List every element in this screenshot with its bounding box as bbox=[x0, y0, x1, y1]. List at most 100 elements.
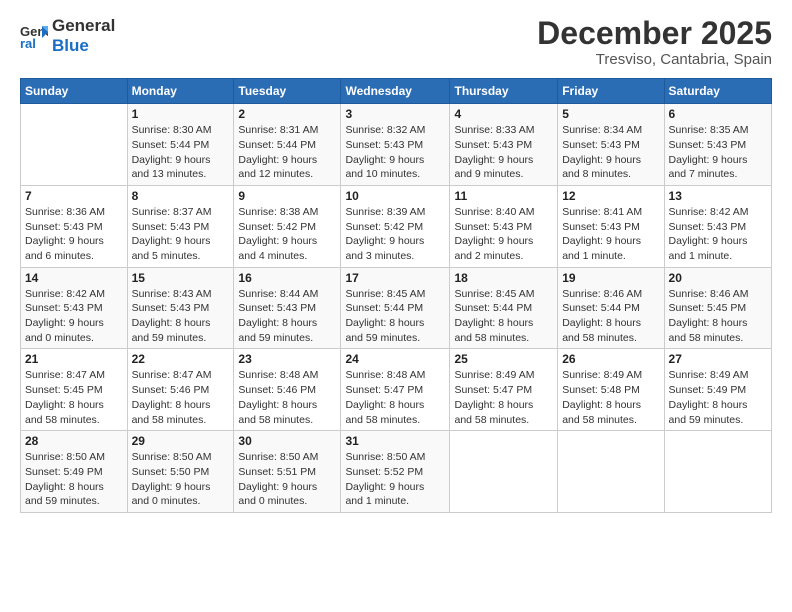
calendar-header-tuesday: Tuesday bbox=[234, 79, 341, 104]
calendar-cell: 22 Sunrise: 8:47 AMSunset: 5:46 PMDayligh… bbox=[127, 349, 234, 431]
day-number: 4 bbox=[454, 107, 553, 121]
calendar-cell: 19Sunrise: 8:46 AMSunset: 5:44 PMDayligh… bbox=[558, 267, 664, 349]
day-info: Sunrise: 8:30 AMSunset: 5:44 PMDaylight:… bbox=[132, 123, 230, 182]
calendar-cell: 5Sunrise: 8:34 AMSunset: 5:43 PMDaylight… bbox=[558, 104, 664, 186]
calendar-cell: 7 Sunrise: 8:36 AMSunset: 5:43 PMDaylight… bbox=[21, 185, 128, 267]
day-info: Sunrise: 8:37 AMSunset: 5:43 PMDaylight:… bbox=[132, 205, 230, 264]
day-info: Sunrise: 8:50 AMSunset: 5:51 PMDaylight:… bbox=[238, 450, 336, 509]
day-number: 31 bbox=[345, 434, 445, 448]
day-number: 3 bbox=[345, 107, 445, 121]
calendar-cell: 3Sunrise: 8:32 AMSunset: 5:43 PMDaylight… bbox=[341, 104, 450, 186]
calendar-cell: 1 Sunrise: 8:30 AMSunset: 5:44 PMDaylight… bbox=[127, 104, 234, 186]
header-row: Gene ral General Blue December 2025 Tres… bbox=[20, 16, 772, 68]
day-info: Sunrise: 8:50 AMSunset: 5:50 PMDaylight:… bbox=[132, 450, 230, 509]
svg-text:ral: ral bbox=[20, 36, 36, 50]
day-info: Sunrise: 8:35 AMSunset: 5:43 PMDaylight:… bbox=[669, 123, 767, 182]
day-number: 24 bbox=[345, 352, 445, 366]
day-number: 14 bbox=[25, 271, 123, 285]
day-number: 12 bbox=[562, 189, 659, 203]
calendar-cell: 15 Sunrise: 8:43 AMSunset: 5:43 PMDayligh… bbox=[127, 267, 234, 349]
calendar-cell: 21Sunrise: 8:47 AMSunset: 5:45 PMDayligh… bbox=[21, 349, 128, 431]
logo-icon: Gene ral bbox=[20, 22, 48, 50]
day-info: Sunrise: 8:40 AMSunset: 5:43 PMDaylight:… bbox=[454, 205, 553, 264]
day-info: Sunrise: 8:41 AMSunset: 5:43 PMDaylight:… bbox=[562, 205, 659, 264]
calendar-cell: 8 Sunrise: 8:37 AMSunset: 5:43 PMDaylight… bbox=[127, 185, 234, 267]
day-number: 7 bbox=[25, 189, 123, 203]
calendar-cell: 29 Sunrise: 8:50 AMSunset: 5:50 PMDayligh… bbox=[127, 431, 234, 513]
subtitle: Tresviso, Cantabria, Spain bbox=[537, 51, 772, 68]
day-number: 11 bbox=[454, 189, 553, 203]
calendar-cell bbox=[558, 431, 664, 513]
day-info: Sunrise: 8:42 AMSunset: 5:43 PMDaylight:… bbox=[669, 205, 767, 264]
calendar-table: SundayMondayTuesdayWednesdayThursdayFrid… bbox=[20, 78, 772, 513]
day-number: 22 bbox=[132, 352, 230, 366]
day-number: 13 bbox=[669, 189, 767, 203]
calendar-cell: 17 Sunrise: 8:45 AMSunset: 5:44 PMDayligh… bbox=[341, 267, 450, 349]
calendar-cell: 25 Sunrise: 8:49 AMSunset: 5:47 PMDayligh… bbox=[450, 349, 558, 431]
title-block: December 2025 Tresviso, Cantabria, Spain bbox=[537, 16, 772, 68]
day-number: 1 bbox=[132, 107, 230, 121]
day-number: 16 bbox=[238, 271, 336, 285]
calendar-cell: 12 Sunrise: 8:41 AMSunset: 5:43 PMDayligh… bbox=[558, 185, 664, 267]
day-info: Sunrise: 8:31 AMSunset: 5:44 PMDaylight:… bbox=[238, 123, 336, 182]
calendar-week-row: 1 Sunrise: 8:30 AMSunset: 5:44 PMDaylight… bbox=[21, 104, 772, 186]
calendar-cell: 18Sunrise: 8:45 AMSunset: 5:44 PMDayligh… bbox=[450, 267, 558, 349]
calendar-header-saturday: Saturday bbox=[664, 79, 771, 104]
day-number: 9 bbox=[238, 189, 336, 203]
day-info: Sunrise: 8:50 AMSunset: 5:49 PMDaylight:… bbox=[25, 450, 123, 509]
day-info: Sunrise: 8:50 AMSunset: 5:52 PMDaylight:… bbox=[345, 450, 445, 509]
day-number: 20 bbox=[669, 271, 767, 285]
logo-text-line1: General bbox=[52, 16, 115, 36]
day-number: 8 bbox=[132, 189, 230, 203]
day-number: 15 bbox=[132, 271, 230, 285]
day-number: 23 bbox=[238, 352, 336, 366]
day-info: Sunrise: 8:49 AMSunset: 5:47 PMDaylight:… bbox=[454, 368, 553, 427]
calendar-cell: 2 Sunrise: 8:31 AMSunset: 5:44 PMDaylight… bbox=[234, 104, 341, 186]
day-number: 25 bbox=[454, 352, 553, 366]
calendar-header-wednesday: Wednesday bbox=[341, 79, 450, 104]
calendar-cell: 10 Sunrise: 8:39 AMSunset: 5:42 PMDayligh… bbox=[341, 185, 450, 267]
day-number: 29 bbox=[132, 434, 230, 448]
calendar-header-row: SundayMondayTuesdayWednesdayThursdayFrid… bbox=[21, 79, 772, 104]
day-info: Sunrise: 8:49 AMSunset: 5:49 PMDaylight:… bbox=[669, 368, 767, 427]
calendar-header-sunday: Sunday bbox=[21, 79, 128, 104]
logo: Gene ral General Blue bbox=[20, 16, 115, 55]
calendar-header-thursday: Thursday bbox=[450, 79, 558, 104]
calendar-cell bbox=[21, 104, 128, 186]
calendar-cell: 31 Sunrise: 8:50 AMSunset: 5:52 PMDayligh… bbox=[341, 431, 450, 513]
calendar-header-monday: Monday bbox=[127, 79, 234, 104]
calendar-header-friday: Friday bbox=[558, 79, 664, 104]
calendar-cell: 23 Sunrise: 8:48 AMSunset: 5:46 PMDayligh… bbox=[234, 349, 341, 431]
calendar-cell: 16Sunrise: 8:44 AMSunset: 5:43 PMDayligh… bbox=[234, 267, 341, 349]
calendar-week-row: 14 Sunrise: 8:42 AMSunset: 5:43 PMDayligh… bbox=[21, 267, 772, 349]
calendar-cell: 20 Sunrise: 8:46 AMSunset: 5:45 PMDayligh… bbox=[664, 267, 771, 349]
day-info: Sunrise: 8:42 AMSunset: 5:43 PMDaylight:… bbox=[25, 287, 123, 346]
month-title: December 2025 bbox=[537, 16, 772, 51]
calendar-cell: 13 Sunrise: 8:42 AMSunset: 5:43 PMDayligh… bbox=[664, 185, 771, 267]
day-number: 10 bbox=[345, 189, 445, 203]
day-info: Sunrise: 8:45 AMSunset: 5:44 PMDaylight:… bbox=[345, 287, 445, 346]
day-info: Sunrise: 8:43 AMSunset: 5:43 PMDaylight:… bbox=[132, 287, 230, 346]
day-info: Sunrise: 8:36 AMSunset: 5:43 PMDaylight:… bbox=[25, 205, 123, 264]
day-info: Sunrise: 8:33 AMSunset: 5:43 PMDaylight:… bbox=[454, 123, 553, 182]
calendar-cell: 28 Sunrise: 8:50 AMSunset: 5:49 PMDayligh… bbox=[21, 431, 128, 513]
day-info: Sunrise: 8:47 AMSunset: 5:45 PMDaylight:… bbox=[25, 368, 123, 427]
calendar-cell: 14 Sunrise: 8:42 AMSunset: 5:43 PMDayligh… bbox=[21, 267, 128, 349]
day-info: Sunrise: 8:38 AMSunset: 5:42 PMDaylight:… bbox=[238, 205, 336, 264]
day-info: Sunrise: 8:39 AMSunset: 5:42 PMDaylight:… bbox=[345, 205, 445, 264]
calendar-cell: 9 Sunrise: 8:38 AMSunset: 5:42 PMDaylight… bbox=[234, 185, 341, 267]
day-number: 28 bbox=[25, 434, 123, 448]
day-info: Sunrise: 8:45 AMSunset: 5:44 PMDaylight:… bbox=[454, 287, 553, 346]
day-number: 2 bbox=[238, 107, 336, 121]
day-number: 5 bbox=[562, 107, 659, 121]
calendar-cell bbox=[450, 431, 558, 513]
calendar-cell: 4 Sunrise: 8:33 AMSunset: 5:43 PMDaylight… bbox=[450, 104, 558, 186]
day-info: Sunrise: 8:46 AMSunset: 5:45 PMDaylight:… bbox=[669, 287, 767, 346]
day-info: Sunrise: 8:48 AMSunset: 5:46 PMDaylight:… bbox=[238, 368, 336, 427]
calendar-week-row: 7 Sunrise: 8:36 AMSunset: 5:43 PMDaylight… bbox=[21, 185, 772, 267]
day-number: 19 bbox=[562, 271, 659, 285]
calendar-cell: 30Sunrise: 8:50 AMSunset: 5:51 PMDayligh… bbox=[234, 431, 341, 513]
calendar-week-row: 28 Sunrise: 8:50 AMSunset: 5:49 PMDayligh… bbox=[21, 431, 772, 513]
day-info: Sunrise: 8:47 AMSunset: 5:46 PMDaylight:… bbox=[132, 368, 230, 427]
day-number: 17 bbox=[345, 271, 445, 285]
